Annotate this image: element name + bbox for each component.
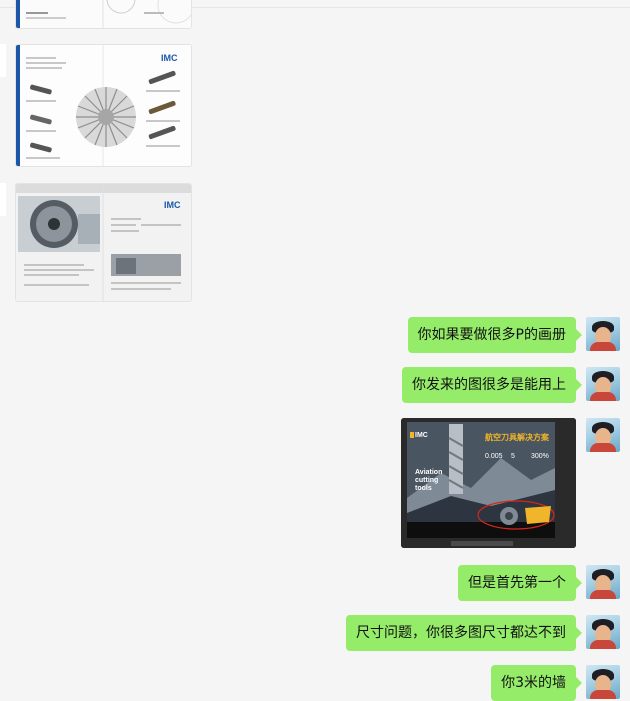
imc-logo: IMC xyxy=(164,200,181,210)
poster-headline: 航空刀具解决方案 xyxy=(485,432,550,442)
user-avatar[interactable] xyxy=(586,317,620,351)
user-avatar[interactable] xyxy=(586,615,620,649)
imc-logo: IMC xyxy=(415,432,428,439)
message-row: 尺寸问题，你很多图尺寸都达不到 xyxy=(346,615,620,651)
message-row: 你发来的图很多是能用上 xyxy=(402,367,620,403)
message-row: 你如果要做很多P的画册 xyxy=(407,317,620,353)
user-avatar[interactable] xyxy=(586,665,620,699)
message-row: 但是首先第一个 xyxy=(458,565,620,601)
brochure-thumbnail xyxy=(16,0,191,28)
message-bubble[interactable]: 你3米的墙 xyxy=(491,665,582,701)
image-message[interactable] xyxy=(15,0,192,29)
brochure-thumbnail: IMC xyxy=(16,184,191,301)
poster-stat: 300% xyxy=(531,453,549,460)
sender-avatar-edge[interactable] xyxy=(0,183,6,216)
user-avatar[interactable] xyxy=(586,367,620,401)
user-avatar[interactable] xyxy=(586,565,620,599)
message-row: 你3米的墙 xyxy=(491,665,620,701)
sender-avatar-edge[interactable] xyxy=(0,44,6,77)
poster-stat: 0.005 xyxy=(485,453,503,460)
message-row: IMC 航空刀具解决方案 0.005 5 300% Aviation cutti… xyxy=(401,418,620,548)
poster-subtitle: tools xyxy=(415,485,432,492)
aviation-poster-thumbnail: IMC 航空刀具解决方案 0.005 5 300% Aviation cutti… xyxy=(401,418,576,548)
message-bubble[interactable]: 但是首先第一个 xyxy=(458,565,582,601)
image-message[interactable]: IMC 航空刀具解决方案 0.005 5 300% Aviation cutti… xyxy=(401,418,576,548)
imc-logo: IMC xyxy=(161,53,178,63)
poster-stat: 5 xyxy=(511,453,515,460)
user-avatar[interactable] xyxy=(586,418,620,452)
message-bubble[interactable]: 你如果要做很多P的画册 xyxy=(407,317,583,353)
poster-subtitle: Aviation xyxy=(415,469,442,476)
poster-subtitle: cutting xyxy=(415,477,438,484)
message-bubble[interactable]: 尺寸问题，你很多图尺寸都达不到 xyxy=(346,615,582,651)
image-message[interactable]: IMC xyxy=(15,183,192,302)
message-bubble[interactable]: 你发来的图很多是能用上 xyxy=(402,367,582,403)
brochure-thumbnail: IMC xyxy=(16,45,191,166)
image-message[interactable]: IMC xyxy=(15,44,192,167)
